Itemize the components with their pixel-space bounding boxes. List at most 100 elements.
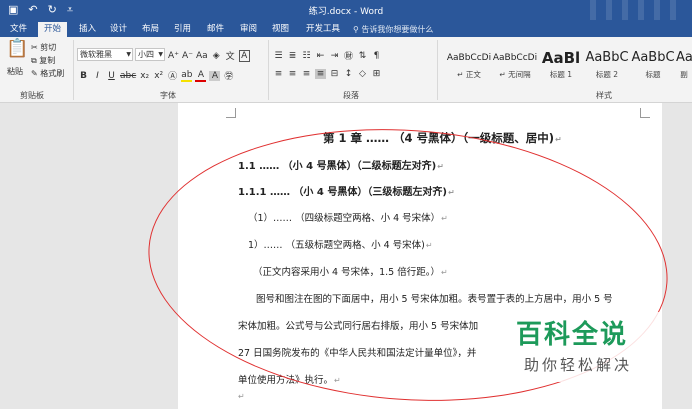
shrink-font-icon[interactable]: A⁻ [182, 51, 193, 61]
cut-label: 剪切 [40, 43, 57, 52]
align-center-icon[interactable]: ≡ [287, 69, 298, 79]
paragraph-mark: ↵ [440, 268, 448, 277]
style-sample: AaBbC [585, 50, 629, 65]
style-heading-1[interactable]: AaBl 标题 1 [538, 39, 584, 85]
tell-me-box[interactable]: ⚲ 告诉我你想要做什么 [353, 24, 433, 35]
style-name: 标题 1 [549, 70, 573, 79]
copy-label: 复制 [39, 56, 56, 65]
strikethrough-button[interactable]: abc [120, 71, 136, 81]
tab-home[interactable]: 开始 [38, 22, 68, 37]
font-name-dropdown[interactable]: 微软雅黑 ▼ [77, 48, 133, 61]
separator [437, 40, 438, 100]
tab-insert[interactable]: 插入 [73, 22, 102, 37]
styles-group-label: 样式 [596, 91, 612, 100]
heading-level-4: （1）…… （四级标题空两格、小 4 号宋体）↵ [248, 210, 448, 224]
style-name: 副 [680, 70, 688, 79]
align-left-icon[interactable]: ≡ [273, 69, 284, 79]
style-subtitle[interactable]: AaBb 副 [676, 39, 692, 85]
underline-button[interactable]: U [106, 71, 117, 81]
tell-me-text: 告诉我你想要做什么 [361, 25, 434, 34]
body-line: 27 日国务院发布的《中华人民共和国法定计量单位》，并 [238, 348, 477, 359]
char-shading-icon[interactable]: A [209, 70, 221, 81]
copy-button[interactable]: ⧉ 复制 [31, 55, 55, 66]
subscript-button[interactable]: x₂ [139, 71, 150, 81]
align-right-icon[interactable]: ≡ [301, 69, 312, 79]
grow-font-icon[interactable]: A⁺ [168, 51, 179, 61]
body-note: （正文内容采用小 4 号宋体，1.5 倍行距。）↵ [253, 264, 448, 278]
body-line: 图号和图注在图的下面居中，用小 5 号宋体加粗。表号置于表的上方居中，用小 5 … [256, 294, 613, 305]
paragraph-mark: ↵ [555, 135, 562, 144]
margin-corner [226, 108, 236, 118]
cut-button[interactable]: ✂ 剪切 [31, 42, 56, 53]
line-text: （1）…… （四级标题空两格、小 4 号宋体） [248, 213, 441, 224]
superscript-button[interactable]: x² [153, 71, 164, 81]
paragraph-group-label: 段落 [343, 91, 359, 100]
paragraph-mark: ↵ [437, 162, 444, 171]
paste-icon[interactable]: 📋 [6, 40, 28, 58]
format-painter-button[interactable]: ✎ 格式刷 [31, 68, 64, 79]
margin-corner [640, 108, 650, 118]
style-normal[interactable]: AaBbCcDi ↵ 正文 [446, 39, 492, 85]
heading-chapter: 第 1 章 …… （4 号黑体）（一级标题、居中)↵ [323, 130, 562, 146]
tab-review[interactable]: 审阅 [234, 22, 263, 37]
line-text: 1.1.1 …… （小 4 号黑体）（三级标题左对齐) [238, 187, 447, 198]
char-border-icon[interactable]: A [238, 49, 250, 62]
brush-icon: ✎ [31, 69, 41, 78]
font-color-icon[interactable]: A [195, 70, 207, 82]
text-effects-icon[interactable]: Ⓐ [167, 69, 178, 82]
bullets-icon[interactable]: ☰ [273, 51, 284, 61]
style-name: ↵ 正文 [457, 70, 481, 79]
justify-icon[interactable]: ≡ [315, 69, 326, 79]
clear-format-icon[interactable]: ◈ [211, 51, 222, 61]
body-line: 宋体加粗。公式号与公式同行居右排版，用小 5 号宋体加 [238, 321, 479, 332]
tab-mailings[interactable]: 邮件 [201, 22, 230, 37]
style-name: 标题 2 [595, 70, 619, 79]
clipboard-group-label: 剪贴板 [20, 91, 44, 100]
sort-icon[interactable]: ⇅ [357, 51, 368, 61]
decrease-indent-icon[interactable]: ⇤ [315, 51, 326, 61]
style-sample: AaBl [541, 49, 581, 67]
title-bar: ▣ ↶ ↻ ⩡ 练习.docx - Word [0, 0, 692, 36]
shading-icon[interactable]: ◇ [357, 69, 368, 79]
style-sample: AaBb [676, 50, 692, 65]
tab-design[interactable]: 设计 [104, 22, 133, 37]
highlight-icon[interactable]: ab [181, 70, 193, 82]
numbering-icon[interactable]: ≣ [287, 51, 298, 61]
empty-paragraph-mark: ↵ [238, 392, 245, 401]
separator [73, 40, 74, 100]
bold-button[interactable]: B [78, 71, 89, 81]
tab-view[interactable]: 视图 [266, 22, 295, 37]
paragraph-mark: ↵ [425, 241, 433, 250]
borders-icon[interactable]: ⊞ [371, 69, 382, 79]
line-text: 单位使用方法》执行。 [238, 375, 334, 386]
line-text: 第 1 章 …… （4 号黑体）（一级标题、居中) [323, 131, 555, 145]
show-marks-icon[interactable]: ¶ [371, 51, 382, 61]
change-case-icon[interactable]: Aa [196, 51, 208, 61]
increase-indent-icon[interactable]: ⇥ [329, 51, 340, 61]
tab-references[interactable]: 引用 [168, 22, 197, 37]
heading-level-2: 1.1 …… （小 4 号黑体）（二级标题左对齐)↵ [238, 157, 444, 172]
style-heading-2[interactable]: AaBbC 标题 2 [584, 39, 630, 85]
multilevel-list-icon[interactable]: ☷ [301, 51, 312, 61]
style-no-spacing[interactable]: AaBbCcDi ↵ 无间隔 [492, 39, 538, 85]
chevron-down-icon: ▼ [126, 51, 131, 58]
phonetic-guide-icon[interactable]: 文 [225, 49, 236, 62]
tab-layout[interactable]: 布局 [136, 22, 165, 37]
body-line-last: 单位使用方法》执行。↵ [238, 372, 341, 386]
watermark-title: 百科全说 [516, 320, 629, 350]
paste-button[interactable]: 粘贴 [7, 66, 23, 77]
style-title[interactable]: AaBbC 标题 [630, 39, 676, 85]
font-size-value: 小四 [138, 50, 154, 59]
font-size-dropdown[interactable]: 小四 ▼ [135, 48, 165, 61]
line-spacing-icon[interactable]: ↕ [343, 69, 354, 79]
tab-developer[interactable]: 开发工具 [300, 22, 346, 37]
italic-button[interactable]: I [92, 71, 103, 81]
enclose-char-icon[interactable]: ㊫ [223, 69, 234, 82]
watermark-subtitle: 助你轻松解决 [524, 356, 633, 374]
tab-file[interactable]: 文件 [4, 22, 33, 37]
style-sample: AaBbCcDi [446, 53, 492, 63]
format-painter-label: 格式刷 [40, 69, 65, 78]
distributed-icon[interactable]: ⊟ [329, 69, 340, 79]
style-name: ↵ 无间隔 [499, 70, 531, 79]
chinese-layout-icon[interactable]: ㊖ [343, 49, 354, 62]
